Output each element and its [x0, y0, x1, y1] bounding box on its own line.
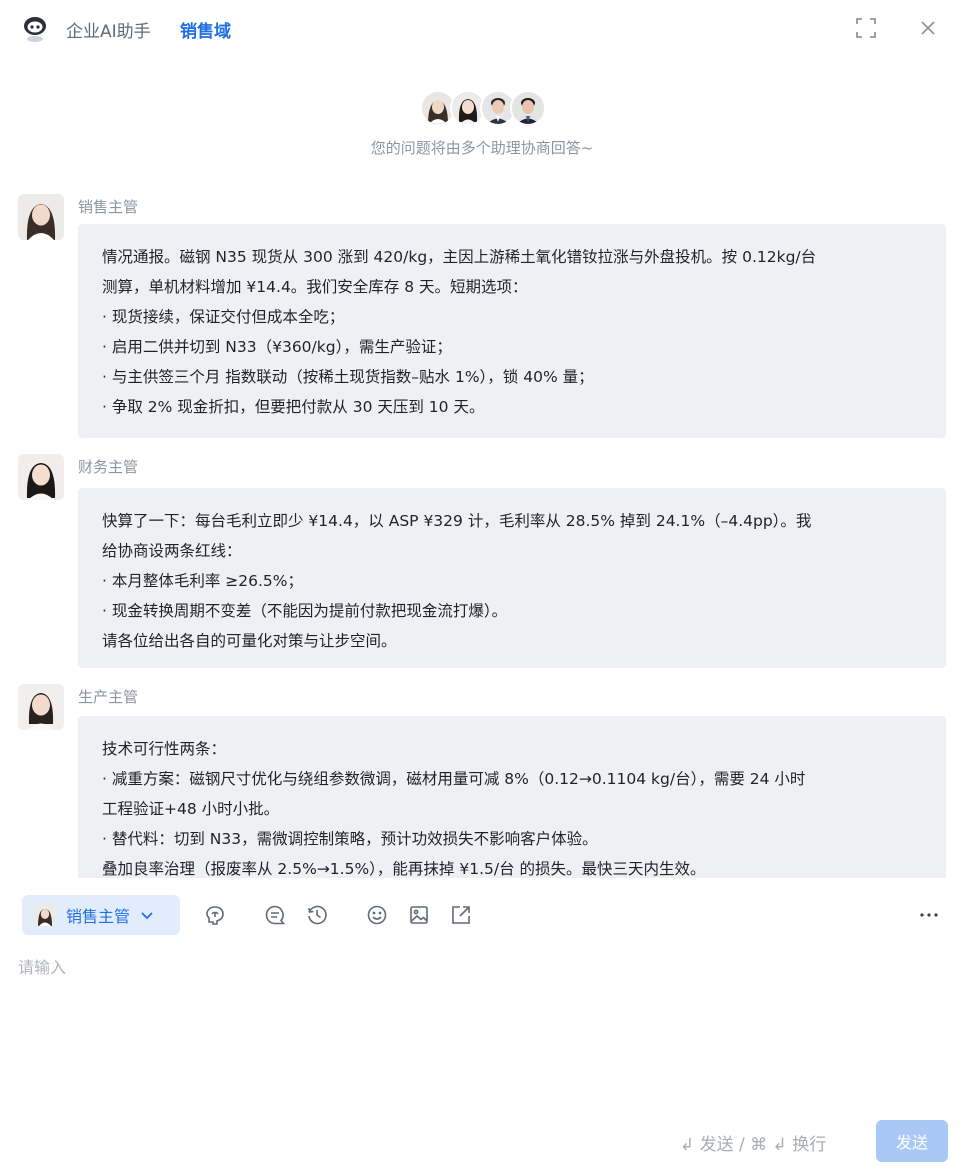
- share-icon: [452, 906, 470, 924]
- message-text-line: 叠加良率治理（报废率从 2.5%→1.5%），能再抹掉 ¥1.5/台 的损失。最…: [102, 860, 706, 878]
- message-sender: 生产主管: [78, 688, 139, 706]
- brain-icon: [206, 906, 224, 925]
- message-text-line: 给协商设两条红线：: [102, 542, 242, 560]
- emoji-icon: [367, 905, 387, 925]
- assistants-intro-text: 您的问题将由多个助理协商回答~: [370, 139, 594, 157]
- avatar: [18, 684, 64, 730]
- message-input[interactable]: [18, 954, 946, 1104]
- more-icon: [920, 913, 938, 917]
- agent-selector-dropdown[interactable]: 销售主管: [22, 895, 180, 935]
- tab-sales-domain[interactable]: 销售域: [180, 17, 231, 42]
- close-icon: [921, 21, 935, 35]
- message-text-line: · 本月整体毛利率 ≥26.5%；: [102, 572, 304, 590]
- app-title: 企业AI助手: [66, 22, 151, 42]
- chat-message-list[interactable]: 销售主管 情况通报。磁钢 N35 现货从 300 涨到 420/kg，主因上游稀…: [0, 180, 964, 878]
- message-sender: 销售主管: [78, 198, 139, 216]
- message-bubble: 技术可行性两条： · 减重方案：磁钢尺寸优化与绕组参数微调，磁材用量可减 8%（…: [78, 716, 946, 878]
- avatar: [18, 454, 64, 500]
- history-button[interactable]: [305, 903, 329, 927]
- message-text-line: · 与主供签三个月 指数联动（按稀土现货指数–贴水 1%），锁 40% 量；: [102, 368, 594, 386]
- message-text-line: · 替代料：切到 N33，需微调控制策略，预计功效损失不影响客户体验。: [102, 830, 598, 848]
- message-bubble: 快算了一下：每台毛利立即少 ¥14.4，以 ASP ¥329 计，毛利率从 28…: [78, 488, 946, 668]
- history-icon: [308, 905, 327, 925]
- selected-agent-label: 销售主管: [66, 907, 131, 926]
- fullscreen-icon: [856, 18, 876, 38]
- chat-bubble-icon: [265, 905, 286, 925]
- composer-toolbar: 销售主管: [0, 890, 964, 938]
- more-button[interactable]: [917, 903, 941, 927]
- chat-history-button[interactable]: [263, 903, 287, 927]
- brain-button[interactable]: [203, 903, 227, 927]
- avatar: [34, 904, 56, 926]
- message-text-line: 工程验证+48 小时小批。: [102, 800, 280, 818]
- message-text-line: · 现货接续，保证交付但成本全吃；: [102, 308, 345, 326]
- assistant-avatar-group: [420, 90, 546, 128]
- avatar: [18, 194, 64, 240]
- message-text-line: 情况通报。磁钢 N35 现货从 300 涨到 420/kg，主因上游稀土氧化镨钕…: [102, 248, 817, 266]
- image-icon: [410, 906, 428, 924]
- close-button[interactable]: [916, 16, 940, 40]
- message-text-line: · 争取 2% 现金折扣，但要把付款从 30 天压到 10 天。: [102, 398, 485, 416]
- message-text-line: 测算，单机材料增加 ¥14.4。我们安全库存 8 天。短期选项：: [102, 278, 528, 296]
- emoji-button[interactable]: [365, 903, 389, 927]
- share-button[interactable]: [449, 903, 473, 927]
- message-text-line: · 启用二供并切到 N33（¥360/kg），需生产验证；: [102, 338, 452, 356]
- message-text-line: 快算了一下：每台毛利立即少 ¥14.4，以 ASP ¥329 计，毛利率从 28…: [102, 512, 812, 530]
- message-text-line: · 减重方案：磁钢尺寸优化与绕组参数微调，磁材用量可减 8%（0.12→0.11…: [102, 770, 806, 788]
- header: 企业AI助手 销售域: [0, 0, 964, 58]
- avatar: [510, 90, 546, 126]
- send-button[interactable]: 发送: [876, 1120, 948, 1162]
- image-upload-button[interactable]: [407, 903, 431, 927]
- message-sender: 财务主管: [78, 458, 139, 476]
- shortcut-hint: ↲ 发送 / ⌘ ↲ 换行: [680, 1135, 827, 1155]
- message-text-line: 技术可行性两条：: [102, 740, 227, 758]
- robot-icon: [24, 17, 46, 42]
- message-text-line: · 现金转换周期不变差（不能因为提前付款把现金流打爆）。: [102, 602, 508, 620]
- message-text-line: 请各位给出各自的可量化对策与让步空间。: [102, 632, 397, 650]
- expand-button[interactable]: [854, 16, 878, 40]
- message-bubble: 情况通报。磁钢 N35 现货从 300 涨到 420/kg，主因上游稀土氧化镨钕…: [78, 224, 946, 438]
- chevron-down-icon: [141, 912, 153, 920]
